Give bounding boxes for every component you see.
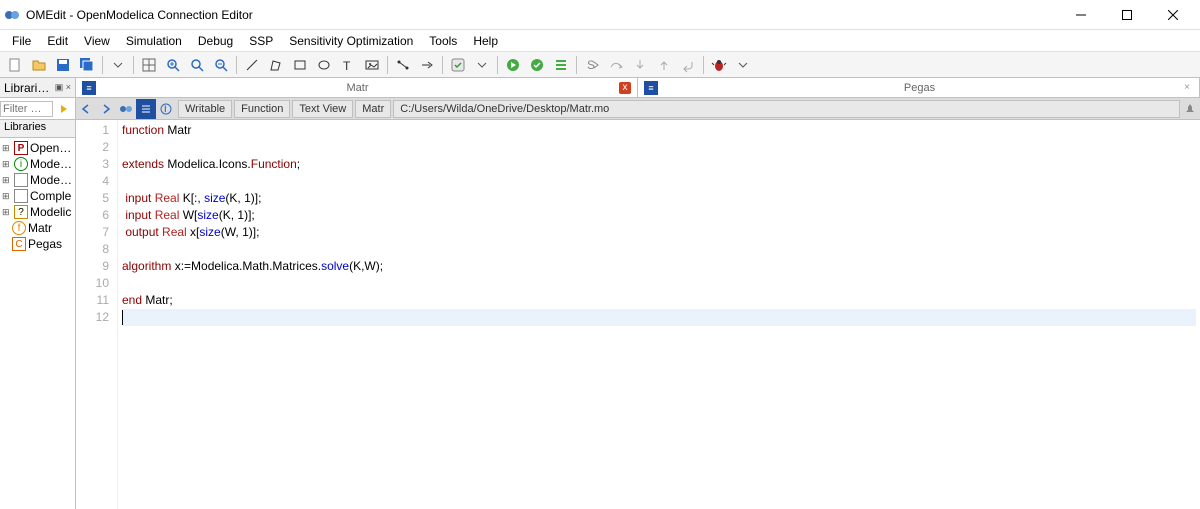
step-out-icon[interactable]: [653, 54, 675, 76]
simulate-check-icon[interactable]: [526, 54, 548, 76]
new-file-icon[interactable]: [4, 54, 26, 76]
sidebar-header-label: Librari…: [4, 81, 49, 95]
menu-sens[interactable]: Sensitivity Optimization: [281, 32, 421, 50]
zoom-in-icon[interactable]: [162, 54, 184, 76]
open-file-icon[interactable]: [28, 54, 50, 76]
maximize-button[interactable]: [1104, 0, 1150, 30]
icon-view-icon[interactable]: [116, 99, 136, 119]
polygon-tool-icon[interactable]: [265, 54, 287, 76]
doc-view-icon[interactable]: i: [156, 99, 176, 119]
step-return-icon[interactable]: [677, 54, 699, 76]
text-tool-icon[interactable]: T: [337, 54, 359, 76]
menu-edit[interactable]: Edit: [39, 32, 76, 50]
tab-matr[interactable]: ≡ Matr x: [76, 78, 638, 97]
crumb-model[interactable]: Matr: [355, 100, 391, 118]
step-into-icon[interactable]: [629, 54, 651, 76]
menu-bar: File Edit View Simulation Debug SSP Sens…: [0, 30, 1200, 52]
crumb-function: Function: [234, 100, 290, 118]
close-button[interactable]: [1150, 0, 1196, 30]
tree-item[interactable]: ⊞POpen…: [0, 140, 75, 156]
text-view-icon[interactable]: [136, 99, 156, 119]
line-tool-icon[interactable]: [241, 54, 263, 76]
tree-item[interactable]: ⊞Comple: [0, 188, 75, 204]
tab-file-icon: ≡: [644, 81, 658, 95]
menu-simulation[interactable]: Simulation: [118, 32, 190, 50]
title-text: OMEdit - OpenModelica Connection Editor: [26, 8, 1058, 22]
tree-item[interactable]: ⊞iMode…: [0, 156, 75, 172]
svg-text:T: T: [343, 59, 351, 73]
title-bar: OMEdit - OpenModelica Connection Editor: [0, 0, 1200, 30]
editor-pane: ≡ Matr x ≡ Pegas × i Writable Function T…: [76, 78, 1200, 509]
save-all-icon[interactable]: [76, 54, 98, 76]
filter-input[interactable]: [0, 101, 53, 117]
tree-item[interactable]: fMatr: [0, 220, 75, 236]
zoom-out-icon[interactable]: [210, 54, 232, 76]
step-over-icon[interactable]: [605, 54, 627, 76]
close-icon[interactable]: x: [619, 82, 631, 94]
menu-view[interactable]: View: [76, 32, 118, 50]
dropdown-icon[interactable]: [107, 54, 129, 76]
save-icon[interactable]: [52, 54, 74, 76]
grid-icon[interactable]: [138, 54, 160, 76]
expand-all-icon[interactable]: [53, 98, 75, 120]
forward-icon[interactable]: [96, 99, 116, 119]
crumb-filepath: C:/Users/Wilda/OneDrive/Desktop/Matr.mo: [393, 100, 1180, 118]
rectangle-tool-icon[interactable]: [289, 54, 311, 76]
sidebar-section: Libraries: [0, 120, 75, 138]
simulate-list-icon[interactable]: [550, 54, 572, 76]
menu-help[interactable]: Help: [465, 32, 506, 50]
connect-icon[interactable]: [392, 54, 414, 76]
pin-icon[interactable]: [1180, 99, 1200, 119]
app-icon: [4, 7, 20, 23]
simulate-icon[interactable]: [502, 54, 524, 76]
toolbar: T S: [0, 52, 1200, 78]
breadcrumb-bar: i Writable Function Text View Matr C:/Us…: [76, 98, 1200, 120]
minimize-button[interactable]: [1058, 0, 1104, 30]
back-icon[interactable]: [76, 99, 96, 119]
svg-text:i: i: [164, 102, 167, 115]
tab-pegas[interactable]: ≡ Pegas ×: [638, 78, 1200, 97]
ellipse-tool-icon[interactable]: [313, 54, 335, 76]
code-editor[interactable]: 123456789101112 function Matrextends Mod…: [76, 120, 1200, 509]
tab-label: Pegas: [664, 82, 1175, 94]
menu-ssp[interactable]: SSP: [241, 32, 281, 50]
code-lines[interactable]: function Matrextends Modelica.Icons.Func…: [118, 120, 1200, 509]
check-model-icon[interactable]: [447, 54, 469, 76]
step-s-icon[interactable]: S: [581, 54, 603, 76]
menu-debug[interactable]: Debug: [190, 32, 241, 50]
close-icon[interactable]: ×: [1181, 82, 1193, 94]
tree-item[interactable]: CPegas: [0, 236, 75, 252]
transition-icon[interactable]: [416, 54, 438, 76]
bitmap-tool-icon[interactable]: [361, 54, 383, 76]
menu-file[interactable]: File: [4, 32, 39, 50]
crumb-writable[interactable]: Writable: [178, 100, 232, 118]
dropdown2-icon[interactable]: [471, 54, 493, 76]
debug-dropdown-icon[interactable]: [732, 54, 754, 76]
tab-strip: ≡ Matr x ≡ Pegas ×: [76, 78, 1200, 98]
sidebar: Librari… ▣ × Libraries ⊞POpen… ⊞iMode… ⊞…: [0, 78, 76, 509]
tree-item[interactable]: ⊞Mode…: [0, 172, 75, 188]
crumb-view: Text View: [292, 100, 353, 118]
tab-file-icon: ≡: [82, 81, 96, 95]
line-gutter: 123456789101112: [76, 120, 118, 509]
library-tree: ⊞POpen… ⊞iMode… ⊞Mode… ⊞Comple ⊞?Modelic…: [0, 138, 75, 509]
menu-tools[interactable]: Tools: [421, 32, 465, 50]
debug-icon[interactable]: [708, 54, 730, 76]
tab-label: Matr: [102, 82, 613, 94]
tree-item[interactable]: ⊞?Modelic: [0, 204, 75, 220]
sidebar-header: Librari… ▣ ×: [0, 78, 75, 98]
zoom-reset-icon[interactable]: [186, 54, 208, 76]
svg-text:S: S: [587, 58, 595, 72]
